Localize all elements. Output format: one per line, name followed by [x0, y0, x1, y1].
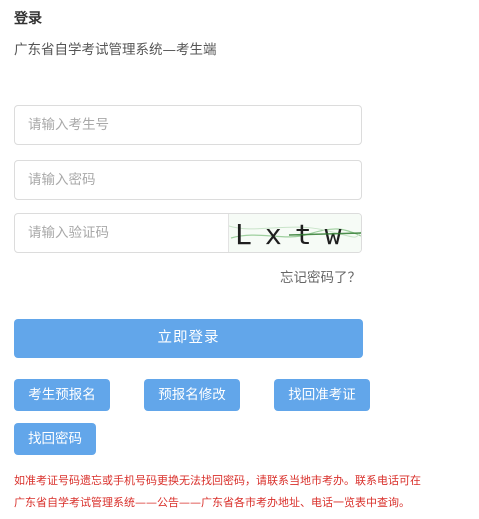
captcha-input[interactable]	[15, 214, 230, 252]
login-button[interactable]: 立即登录	[14, 319, 363, 358]
notice-text: 如准考证号码遗忘或手机号码更换无法找回密码，请联系当地市考办。联系电话可在 广东…	[14, 470, 474, 514]
captcha-field: Lxtw	[14, 213, 362, 253]
notice-line-1: 如准考证号码遗忘或手机号码更换无法找回密码，请联系当地市考办。联系电话可在	[14, 474, 421, 487]
captcha-graphic: Lxtw	[229, 214, 361, 252]
retrieve-admission-ticket-button[interactable]: 找回准考证	[274, 379, 370, 411]
exam-number-input[interactable]	[15, 106, 361, 144]
pre-register-button[interactable]: 考生预报名	[14, 379, 110, 411]
password-input[interactable]	[15, 161, 361, 199]
page-title: 登录	[14, 11, 42, 27]
edit-pre-register-button[interactable]: 预报名修改	[144, 379, 240, 411]
retrieve-password-button[interactable]: 找回密码	[14, 423, 96, 455]
password-field	[14, 160, 362, 200]
exam-number-field	[14, 105, 362, 145]
forgot-password-link[interactable]: 忘记密码了？	[280, 269, 361, 287]
captcha-image[interactable]: Lxtw	[228, 214, 361, 252]
system-subtitle: 广东省自学考试管理系统—考生端	[14, 42, 217, 58]
notice-line-2: 广东省自学考试管理系统——公告——广东省各市考办地址、电话一览表中查询。	[14, 496, 410, 509]
